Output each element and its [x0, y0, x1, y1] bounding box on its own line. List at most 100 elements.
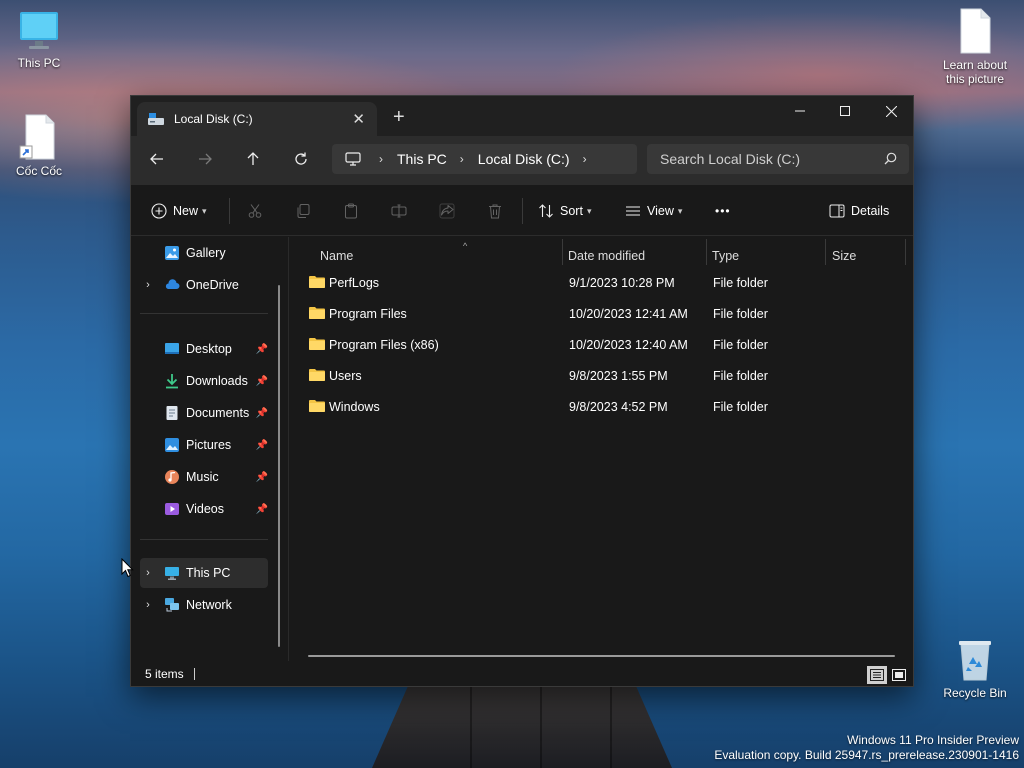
chevron-right-icon[interactable]: › — [140, 599, 156, 611]
sidebar-item-desktop[interactable]: Desktop 📌 — [140, 334, 268, 364]
column-header-label: Size — [832, 249, 857, 263]
forward-button[interactable] — [190, 146, 220, 172]
column-header-size[interactable]: Size — [832, 243, 902, 269]
tiles-view-icon — [892, 669, 906, 681]
pin-icon[interactable]: 📌 — [256, 376, 268, 387]
pin-icon[interactable]: 📌 — [256, 408, 268, 419]
tab-close-icon[interactable]: ✕ — [352, 110, 365, 128]
delete-button[interactable] — [487, 199, 503, 223]
mouse-cursor-icon — [121, 557, 135, 581]
search-icon — [884, 152, 897, 168]
pin-icon[interactable]: 📌 — [256, 504, 268, 515]
new-label: New — [173, 204, 199, 218]
rename-button[interactable] — [391, 199, 407, 223]
pier-plank — [540, 686, 542, 768]
details-view-button[interactable] — [867, 666, 887, 684]
navigation-pane: Gallery › OneDrive Desktop 📌 Downloads 📌… — [131, 237, 288, 661]
clipboard-icon — [345, 203, 357, 219]
plus-circle-icon — [151, 203, 167, 219]
sort-button[interactable]: Sort ▾ — [538, 199, 591, 223]
pin-icon[interactable]: 📌 — [256, 344, 268, 355]
column-divider[interactable] — [825, 239, 826, 265]
column-header-label: Type — [712, 249, 740, 263]
table-row[interactable]: Windows 9/8/2023 4:52 PM File folder — [299, 392, 899, 422]
desktop-icon-recycle-bin[interactable]: Recycle Bin — [935, 638, 1015, 700]
minimize-button[interactable] — [777, 96, 823, 126]
file-date: 10/20/2023 12:41 AM — [569, 307, 688, 321]
sidebar-item-label: Pictures — [186, 438, 232, 452]
file-type: File folder — [713, 400, 768, 414]
file-type: File folder — [713, 338, 768, 352]
new-button[interactable]: New ▾ — [151, 199, 207, 223]
table-row[interactable]: Program Files (x86) 10/20/2023 12:40 AM … — [299, 330, 899, 360]
refresh-button[interactable] — [286, 146, 316, 172]
table-row[interactable]: Users 9/8/2023 1:55 PM File folder — [299, 361, 899, 391]
search-input[interactable]: Search Local Disk (C:) — [660, 151, 800, 167]
search-box[interactable]: Search Local Disk (C:) — [647, 144, 909, 174]
pin-icon[interactable]: 📌 — [256, 472, 268, 483]
column-header-name[interactable]: Name ^ — [320, 241, 560, 269]
file-list: Name ^ Date modified Type Size PerfLogs … — [289, 237, 913, 661]
desktop-icon-learn-picture[interactable]: Learn about this picture — [935, 8, 1015, 86]
download-icon — [164, 373, 180, 389]
chevron-right-icon[interactable]: › — [379, 152, 383, 166]
view-button[interactable]: View ▾ — [625, 199, 682, 223]
column-header-type[interactable]: Type — [712, 243, 822, 269]
copy-button[interactable] — [295, 199, 311, 223]
details-pane-button[interactable]: Details — [829, 199, 889, 223]
share-button[interactable] — [439, 199, 455, 223]
maximize-icon — [840, 106, 850, 116]
desktop-icon-coc-coc[interactable]: Cốc Cốc — [0, 114, 79, 178]
chevron-right-icon[interactable]: › — [460, 152, 464, 166]
watermark-line-1: Windows 11 Pro Insider Preview — [847, 733, 1019, 747]
file-type: File folder — [713, 276, 768, 290]
chevron-right-icon[interactable]: › — [140, 279, 156, 291]
column-divider[interactable] — [562, 239, 563, 265]
sidebar-scrollbar[interactable] — [278, 285, 280, 647]
desktop-icon — [164, 341, 180, 357]
breadcrumb-local-disk[interactable]: Local Disk (C:) — [478, 151, 570, 167]
title-bar[interactable]: Local Disk (C:) ✕ + — [131, 96, 913, 136]
chevron-right-icon[interactable]: › — [140, 567, 156, 579]
sidebar-item-gallery[interactable]: Gallery — [140, 238, 268, 268]
table-row[interactable]: Program Files 10/20/2023 12:41 AM File f… — [299, 299, 899, 329]
sidebar-item-music[interactable]: Music 📌 — [140, 462, 268, 492]
column-header-date[interactable]: Date modified — [568, 243, 708, 269]
chevron-right-icon[interactable]: › — [583, 152, 587, 166]
table-row[interactable]: PerfLogs 9/1/2023 10:28 PM File folder — [299, 268, 899, 298]
column-divider[interactable] — [905, 239, 906, 265]
address-bar[interactable]: › This PC › Local Disk (C:) › — [332, 144, 637, 174]
breadcrumb-this-pc[interactable]: This PC — [397, 151, 447, 167]
up-button[interactable] — [238, 146, 268, 172]
new-tab-button[interactable]: + — [393, 106, 405, 129]
videos-icon — [164, 501, 180, 517]
close-button[interactable] — [868, 96, 914, 126]
paste-button[interactable] — [343, 199, 359, 223]
column-divider[interactable] — [706, 239, 707, 265]
sidebar-item-onedrive[interactable]: › OneDrive — [140, 270, 268, 300]
tiles-view-button[interactable] — [889, 666, 909, 684]
file-name: Users — [329, 369, 362, 383]
sidebar-item-label: Desktop — [186, 342, 232, 356]
sidebar-item-network[interactable]: › Network — [140, 590, 268, 620]
maximize-button[interactable] — [822, 96, 868, 126]
desktop-icon-this-pc[interactable]: This PC — [0, 10, 79, 70]
more-options-button[interactable]: ••• — [715, 199, 731, 223]
sort-label: Sort — [560, 204, 583, 218]
sidebar-item-documents[interactable]: Documents 📌 — [140, 398, 268, 428]
monitor-icon — [164, 565, 180, 581]
rename-icon — [391, 204, 407, 218]
back-button[interactable] — [142, 146, 172, 172]
toolbar-divider — [229, 198, 230, 224]
sidebar-item-this-pc[interactable]: › This PC — [140, 558, 268, 588]
sidebar-item-videos[interactable]: Videos 📌 — [140, 494, 268, 524]
cut-button[interactable] — [247, 199, 263, 223]
sidebar-item-downloads[interactable]: Downloads 📌 — [140, 366, 268, 396]
horizontal-scrollbar[interactable] — [308, 655, 895, 657]
pin-icon[interactable]: 📌 — [256, 440, 268, 451]
tab-local-disk[interactable]: Local Disk (C:) ✕ — [137, 102, 377, 136]
music-icon — [164, 469, 180, 485]
chevron-down-icon: ▾ — [586, 205, 592, 216]
sidebar-item-pictures[interactable]: Pictures 📌 — [140, 430, 268, 460]
file-name: PerfLogs — [329, 276, 380, 290]
